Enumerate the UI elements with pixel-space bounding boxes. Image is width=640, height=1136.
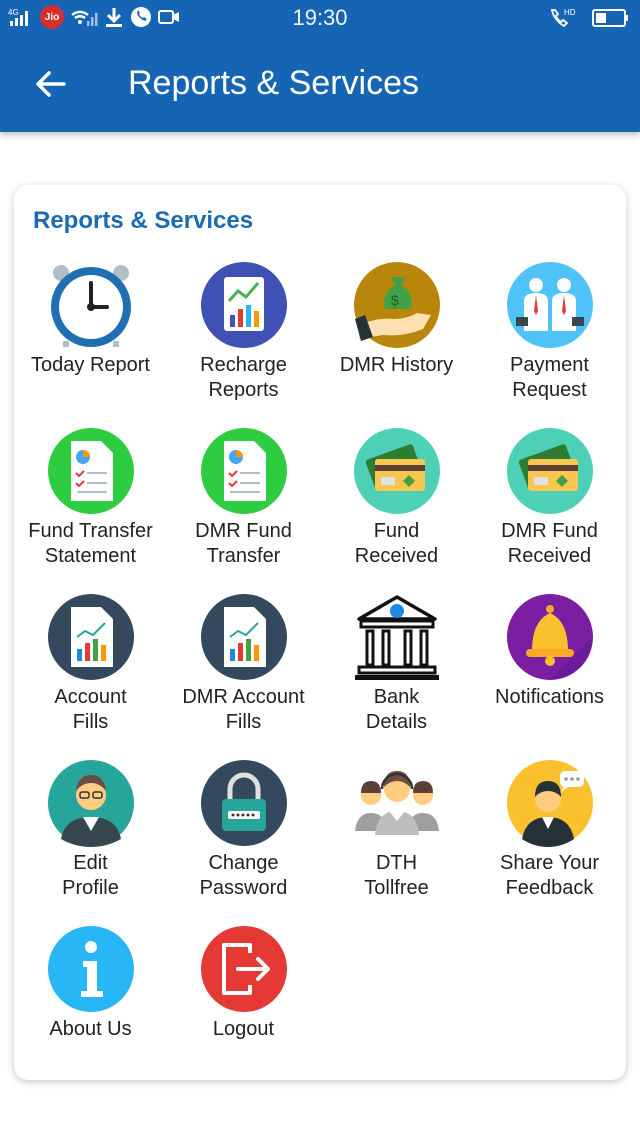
tile-label: DMR Account Fills	[182, 686, 305, 733]
tile-dth-tollfree[interactable]: DTH Tollfree	[320, 759, 473, 919]
services-card: Reports & Services Today Report Recharge…	[14, 185, 626, 1080]
tile-recharge-reports[interactable]: Recharge Reports	[167, 261, 320, 421]
tile-dmr-fund-transfer[interactable]: DMR Fund Transfer	[167, 427, 320, 587]
battery-icon	[592, 9, 628, 27]
section-title: Reports & Services	[33, 207, 254, 234]
user-profile-icon	[48, 760, 134, 847]
tile-label: Fund Transfer Statement	[28, 520, 153, 567]
credit-card-icon	[507, 428, 593, 514]
tile-edit-profile[interactable]: Edit Profile	[14, 759, 167, 919]
support-agents-icon	[355, 771, 439, 835]
tile-today-report[interactable]: Today Report	[14, 261, 167, 421]
hd-call-icon: HD	[550, 8, 576, 28]
tile-label: Notifications	[495, 686, 604, 708]
svg-text:HD: HD	[564, 8, 576, 17]
bank-building-icon	[355, 595, 439, 680]
tile-dmr-fund-received[interactable]: DMR Fund Received	[473, 427, 626, 587]
tile-label: Change Password	[199, 852, 288, 899]
report-chart-icon	[201, 262, 287, 348]
tile-account-fills[interactable]: Account Fills	[14, 593, 167, 753]
tile-label: DTH Tollfree	[364, 852, 429, 899]
bar-chart-document-icon	[201, 594, 287, 680]
tile-about-us[interactable]: About Us	[14, 925, 167, 1085]
tile-fund-transfer-statement[interactable]: Fund Transfer Statement	[14, 427, 167, 587]
clock-icon	[51, 265, 131, 347]
tile-label: Account Fills	[54, 686, 127, 733]
tile-label: Logout	[212, 1018, 275, 1040]
tile-dmr-history[interactable]: $ DMR History	[320, 261, 473, 421]
money-bag-hand-icon: $	[354, 262, 440, 348]
tile-payment-request[interactable]: Payment Request	[473, 261, 626, 421]
back-button[interactable]	[26, 62, 74, 106]
tile-dmr-account-fills[interactable]: DMR Account Fills	[167, 593, 320, 753]
bell-icon	[507, 594, 593, 680]
tile-label: DMR History	[339, 354, 454, 376]
status-bar: 4G Jio 19:30 HD	[0, 0, 640, 36]
businessmen-icon	[507, 262, 593, 348]
status-time: 19:30	[292, 5, 348, 30]
tile-label: Payment Request	[510, 354, 589, 401]
status-right-icons: HD	[548, 5, 630, 31]
credit-card-icon	[354, 428, 440, 514]
tile-share-feedback[interactable]: Share Your Feedback	[473, 759, 626, 919]
tile-bank-details[interactable]: Bank Details	[320, 593, 473, 753]
tile-label: Bank Details	[365, 686, 428, 733]
app-bar: Reports & Services	[0, 36, 640, 132]
back-arrow-icon	[36, 71, 66, 97]
tile-label: Edit Profile	[62, 852, 119, 899]
info-icon	[48, 926, 134, 1012]
tile-label: About Us	[49, 1018, 132, 1040]
statement-document-icon	[48, 428, 134, 514]
tile-notifications[interactable]: Notifications	[473, 593, 626, 753]
page-title: Reports & Services	[128, 64, 419, 102]
padlock-icon	[201, 760, 287, 846]
tile-label: Today Report	[31, 354, 150, 376]
tile-change-password[interactable]: Change Password	[167, 759, 320, 919]
feedback-chat-icon	[507, 760, 593, 847]
statement-document-icon	[201, 428, 287, 514]
tile-label: Share Your Feedback	[500, 852, 599, 899]
tile-logout[interactable]: Logout	[167, 925, 320, 1085]
tile-label: DMR Fund Transfer	[195, 520, 292, 567]
logout-icon	[201, 926, 287, 1012]
tile-label: Recharge Reports	[200, 354, 287, 401]
tile-label: Fund Received	[354, 520, 439, 567]
tile-fund-received[interactable]: Fund Received	[320, 427, 473, 587]
bar-chart-document-icon	[48, 594, 134, 680]
tile-label: DMR Fund Received	[501, 520, 598, 567]
svg-text:$: $	[391, 292, 399, 308]
